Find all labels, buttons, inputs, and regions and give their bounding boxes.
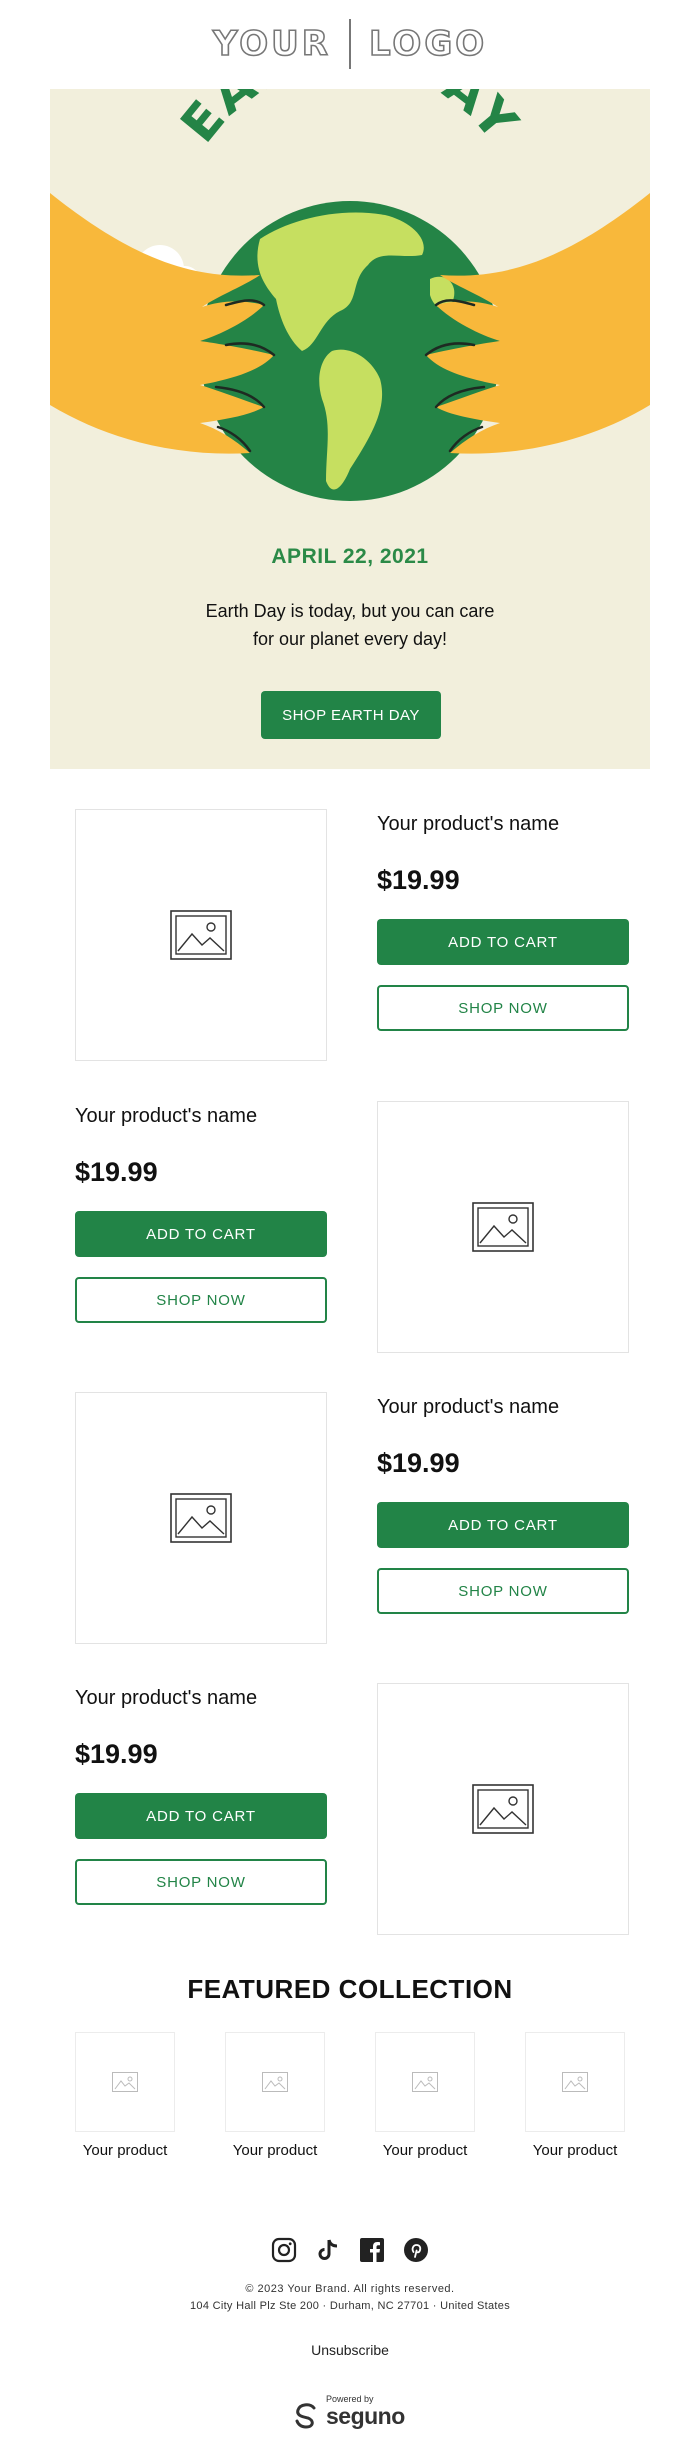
hero-headline-text: EARTH DAY — [170, 89, 528, 153]
product-info: Your product's name $19.99 ADD TO CART S… — [377, 809, 629, 1031]
shop-earth-day-button[interactable]: SHOP EARTH DAY — [261, 691, 441, 739]
product-image[interactable] — [377, 1683, 629, 1935]
product-info: Your product's name $19.99 ADD TO CART S… — [377, 1392, 629, 1614]
product-price: $19.99 — [75, 1739, 158, 1769]
featured-item[interactable]: Your product — [525, 2032, 625, 2159]
featured-item-label: Your product — [82, 2142, 168, 2159]
featured-item-label: Your product — [232, 2142, 318, 2159]
logo-divider — [348, 19, 351, 69]
social-links — [0, 2236, 700, 2264]
facebook-icon[interactable] — [358, 2236, 386, 2264]
shop-now-button[interactable]: SHOP NOW — [377, 1568, 629, 1614]
product-image[interactable] — [75, 809, 327, 1061]
featured-item-image[interactable] — [75, 2032, 175, 2132]
image-placeholder-icon — [562, 2072, 588, 2092]
image-placeholder-icon — [472, 1202, 534, 1252]
product-info: Your product's name $19.99 ADD TO CART S… — [75, 1683, 327, 1905]
hero-date: APRIL 22, 2021 — [271, 545, 429, 568]
shop-now-button[interactable]: SHOP NOW — [75, 1859, 327, 1905]
seguno-brand: seguno — [326, 2403, 405, 2429]
featured-item-image[interactable] — [375, 2032, 475, 2132]
product-card: Your product's name $19.99 ADD TO CART S… — [75, 809, 679, 1061]
featured-item-label: Your product — [382, 2142, 468, 2159]
add-to-cart-button[interactable]: ADD TO CART — [377, 919, 629, 965]
featured-item[interactable]: Your product — [375, 2032, 475, 2159]
pinterest-icon[interactable] — [402, 2236, 430, 2264]
product-card: Your product's name $19.99 ADD TO CART S… — [75, 1683, 679, 1935]
product-price: $19.99 — [75, 1157, 158, 1187]
logo[interactable]: YOUR LOGO — [0, 0, 700, 88]
instagram-icon[interactable] — [270, 2236, 298, 2264]
image-placeholder-icon — [472, 1784, 534, 1834]
image-placeholder-icon — [262, 2072, 288, 2092]
product-info: Your product's name $19.99 ADD TO CART S… — [75, 1101, 327, 1323]
product-card: Your product's name $19.99 ADD TO CART S… — [75, 1392, 679, 1644]
address-text: 104 City Hall Plz Ste 200 · Durham, NC 2… — [189, 2300, 511, 2312]
earth-hug-illustration: EARTH DAY — [50, 89, 650, 501]
shop-now-button[interactable]: SHOP NOW — [377, 985, 629, 1031]
image-placeholder-icon — [170, 1493, 232, 1543]
featured-item-image[interactable] — [225, 2032, 325, 2132]
image-placeholder-icon — [412, 2072, 438, 2092]
copyright-text: © 2023 Your Brand. All rights reserved. — [245, 2283, 455, 2295]
powered-by-seguno[interactable]: Powered by seguno — [292, 2394, 412, 2434]
product-price: $19.99 — [377, 1448, 460, 1478]
product-image[interactable] — [75, 1392, 327, 1644]
product-card: Your product's name $19.99 ADD TO CART S… — [75, 1101, 679, 1353]
image-placeholder-icon — [112, 2072, 138, 2092]
add-to-cart-button[interactable]: ADD TO CART — [75, 1211, 327, 1257]
logo-text-right: LOGO — [368, 23, 488, 65]
unsubscribe-link[interactable]: Unsubscribe — [0, 2342, 700, 2358]
hero-banner: EARTH DAY APRIL 22, 2021 Earth Day is to… — [50, 89, 650, 769]
product-name: Your product's name — [75, 1105, 258, 1127]
featured-item[interactable]: Your product — [75, 2032, 175, 2159]
add-to-cart-button[interactable]: ADD TO CART — [377, 1502, 629, 1548]
featured-item-label: Your product — [532, 2142, 618, 2159]
hero-tagline: Earth Day is today, but you can care for… — [205, 601, 495, 649]
logo-text-left: YOUR — [212, 23, 331, 65]
featured-item-image[interactable] — [525, 2032, 625, 2132]
seguno-logo-icon — [295, 2403, 316, 2429]
product-image[interactable] — [377, 1101, 629, 1353]
product-price: $19.99 — [377, 865, 460, 895]
hero-headline: EARTH DAY — [170, 89, 531, 153]
featured-item[interactable]: Your product — [225, 2032, 325, 2159]
add-to-cart-button[interactable]: ADD TO CART — [75, 1793, 327, 1839]
tiktok-icon[interactable] — [314, 2236, 342, 2264]
image-placeholder-icon — [170, 910, 232, 960]
shop-now-button[interactable]: SHOP NOW — [75, 1277, 327, 1323]
featured-collection-title: FEATURED COLLECTION — [187, 1974, 513, 2004]
product-name: Your product's name — [75, 1687, 258, 1709]
product-name: Your product's name — [377, 1396, 560, 1418]
product-name: Your product's name — [377, 813, 560, 835]
